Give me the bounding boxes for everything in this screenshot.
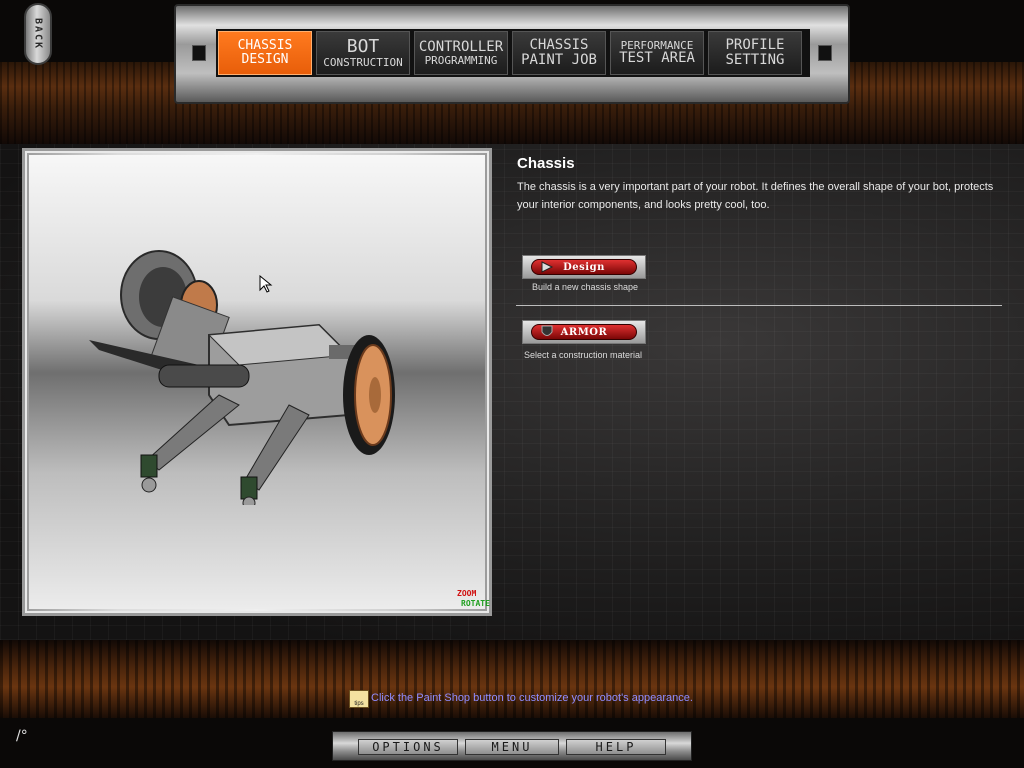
tab-chassis-design[interactable]: CHASSIS DESIGN: [218, 31, 312, 75]
armor-button-label: Armor: [560, 326, 608, 338]
tab-line2: TEST AREA: [619, 50, 695, 67]
nav-rivet-right: [818, 45, 832, 61]
mouse-cursor-icon: [259, 275, 273, 293]
section-divider: [516, 305, 1002, 306]
options-label: OPTIONS: [372, 740, 444, 754]
tab-profile-setting[interactable]: PROFILE SETTING: [708, 31, 802, 75]
tab-line1: CONTROLLER: [418, 38, 504, 55]
design-button-pill: Design: [531, 259, 637, 275]
tab-line2: PAINT JOB: [521, 52, 597, 68]
menu-button[interactable]: MENU: [465, 739, 559, 755]
tab-chassis-paint-job[interactable]: CHASSIS PAINT JOB: [512, 31, 606, 75]
play-icon: [541, 261, 554, 273]
zoom-label: ZOOM: [457, 589, 477, 598]
tab-line1: BOT: [346, 35, 380, 57]
tip-text: Click the Paint Shop button to customize…: [371, 692, 693, 704]
armor-caption: Select a construction material: [524, 350, 643, 360]
tab-line2: SETTING: [725, 52, 785, 68]
armor-button-pill: Armor: [531, 324, 637, 340]
tips-icon-label: tips: [354, 701, 364, 707]
nav-tabs: CHASSIS DESIGN BOT CONSTRUCTION CONTROLL…: [216, 29, 810, 77]
robot-viewport[interactable]: ZOOM ROTATE: [29, 155, 490, 609]
help-label: HELP: [595, 740, 637, 754]
info-description: The chassis is a very important part of …: [517, 181, 994, 211]
tab-line2: CONSTRUCTION: [323, 55, 403, 69]
shield-icon: [541, 325, 553, 336]
tab-performance-test-area[interactable]: PERFORMANCE TEST AREA: [610, 31, 704, 75]
tab-line1: PROFILE: [725, 37, 785, 54]
menu-label: MENU: [491, 740, 533, 754]
armor-button[interactable]: Armor: [522, 320, 646, 344]
tab-bot-construction[interactable]: BOT CONSTRUCTION: [316, 31, 410, 75]
help-button[interactable]: HELP: [566, 739, 666, 755]
robot-viewer[interactable]: ZOOM ROTATE: [22, 148, 492, 616]
tab-line1: CHASSIS: [529, 37, 589, 54]
design-button[interactable]: Design: [522, 255, 646, 279]
robot-model[interactable]: [89, 245, 409, 505]
tab-line1: CHASSIS: [237, 38, 293, 54]
back-button[interactable]: BACK: [24, 3, 52, 65]
back-button-label: BACK: [32, 17, 44, 51]
info-title: Chassis: [517, 155, 575, 172]
rotate-label: ROTATE: [461, 599, 490, 608]
tab-line2: DESIGN: [241, 52, 289, 67]
tab-controller-programming[interactable]: CONTROLLER PROGRAMMING: [414, 31, 508, 75]
design-button-label: Design: [563, 261, 605, 273]
logo: /°: [16, 728, 28, 744]
tab-line2: PROGRAMMING: [424, 53, 498, 67]
design-caption: Build a new chassis shape: [532, 282, 639, 292]
tips-icon: tips: [349, 690, 369, 708]
bottom-background-band: [0, 640, 1024, 718]
options-button[interactable]: OPTIONS: [358, 739, 458, 755]
nav-rivet-left: [192, 45, 206, 61]
